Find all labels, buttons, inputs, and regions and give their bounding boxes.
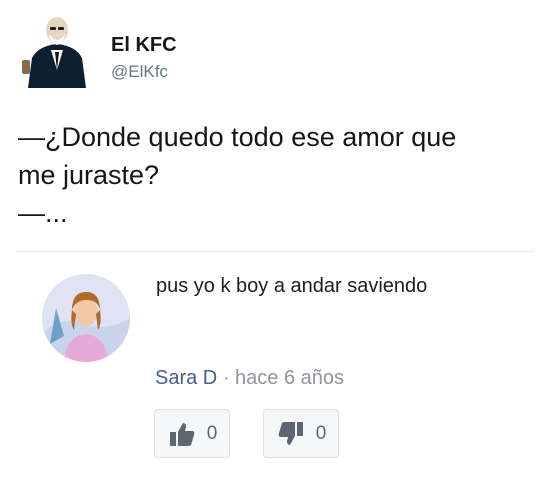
comment-meta: Sara D · hace 6 años <box>155 367 344 390</box>
tweet-line: me juraste? <box>18 160 160 190</box>
comment-text: pus yo k boy a andar saviendo <box>156 275 428 297</box>
tweet-text: —¿Donde quedo todo ese amor que me juras… <box>18 118 528 232</box>
thumbs-up-icon <box>169 422 195 446</box>
dislike-button[interactable]: 0 <box>263 409 339 458</box>
tweet-author-handle[interactable]: @ElKfc <box>111 62 168 82</box>
like-button[interactable]: 0 <box>154 409 230 458</box>
tweet-line: —... <box>18 198 68 228</box>
tweet-line: —¿Donde quedo todo ese amor que <box>18 122 457 152</box>
tweet-author-name[interactable]: El KFC <box>111 34 177 57</box>
comment-author[interactable]: Sara D <box>155 367 217 389</box>
meta-separator: · <box>222 367 230 389</box>
comment-timestamp: hace 6 años <box>235 367 345 389</box>
comment-card: pus yo k boy a andar saviendo Sara D · h… <box>16 251 534 468</box>
dislike-count: 0 <box>315 422 327 444</box>
tweet-header: El KFC @ElKfc <box>18 10 538 90</box>
thumbs-down-icon <box>278 421 303 445</box>
like-count: 0 <box>206 422 218 444</box>
kfc-avatar[interactable] <box>18 10 96 88</box>
commenter-avatar[interactable] <box>42 274 130 362</box>
